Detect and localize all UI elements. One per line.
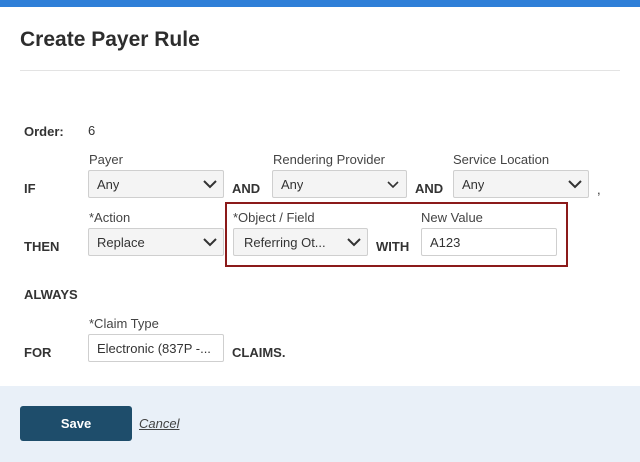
title-divider: [20, 70, 620, 71]
object-field-select-value: Referring Ot...: [244, 235, 326, 250]
always-keyword: ALWAYS: [24, 287, 78, 302]
with-keyword: WITH: [376, 239, 410, 254]
order-label: Order:: [24, 124, 64, 139]
page-title: Create Payer Rule: [20, 28, 200, 51]
trailing-comma: ,: [597, 182, 601, 197]
service-location-select[interactable]: Any: [453, 170, 589, 198]
action-select-value: Replace: [97, 235, 145, 250]
action-label: *Action: [89, 210, 131, 225]
service-location-select-value: Any: [462, 177, 485, 192]
and-keyword-1: AND: [232, 181, 261, 196]
order-value: 6: [88, 123, 96, 138]
save-button[interactable]: Save: [20, 406, 132, 441]
claims-suffix: CLAIMS.: [232, 345, 286, 360]
for-keyword: FOR: [24, 345, 52, 360]
chevron-down-icon: [568, 178, 582, 190]
chevron-down-icon: [203, 236, 217, 248]
action-select[interactable]: Replace: [88, 228, 224, 256]
then-keyword: THEN: [24, 239, 60, 254]
new-value-input[interactable]: A123: [421, 228, 557, 256]
chevron-down-icon: [203, 178, 217, 190]
claim-type-select-value: Electronic (837P -...: [97, 341, 211, 356]
payer-select[interactable]: Any: [88, 170, 224, 198]
service-location-label: Service Location: [453, 152, 550, 167]
chevron-down-icon: [386, 178, 400, 190]
chevron-down-icon: [347, 236, 361, 248]
cancel-link[interactable]: Cancel: [139, 416, 179, 431]
top-accent-bar: [0, 0, 640, 7]
object-field-select[interactable]: Referring Ot...: [233, 228, 368, 256]
rendering-provider-select-value: Any: [281, 177, 304, 192]
rendering-provider-label: Rendering Provider: [273, 152, 386, 167]
if-keyword: IF: [24, 181, 36, 196]
claim-type-select[interactable]: Electronic (837P -...: [88, 334, 224, 362]
and-keyword-2: AND: [415, 181, 444, 196]
new-value-label: New Value: [421, 210, 483, 225]
rendering-provider-select[interactable]: Any: [272, 170, 407, 198]
claim-type-label: *Claim Type: [89, 316, 159, 331]
payer-label: Payer: [89, 152, 123, 167]
payer-select-value: Any: [97, 177, 120, 192]
object-field-label: *Object / Field: [233, 210, 315, 225]
